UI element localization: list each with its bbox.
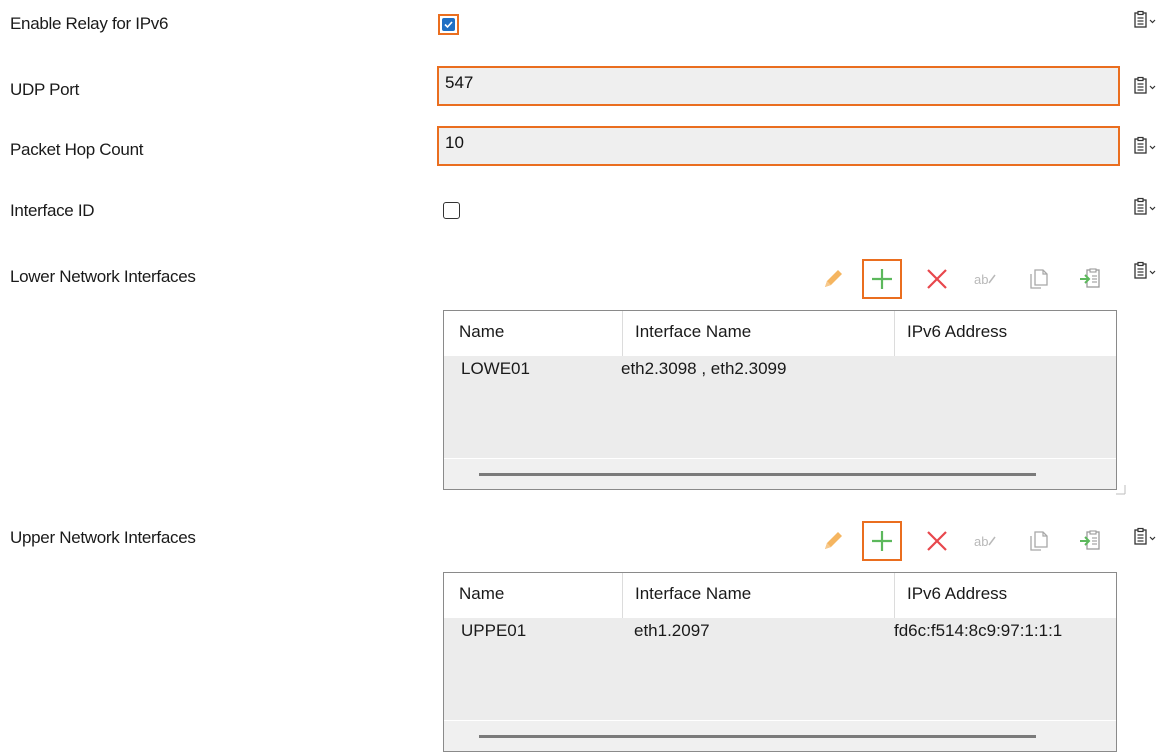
udp-port-label: UDP Port (10, 80, 80, 99)
column-header-name[interactable]: Name (459, 322, 504, 342)
checkmark-icon (442, 18, 455, 31)
upper-toolbar (813, 521, 1120, 561)
copy-button[interactable] (1019, 521, 1059, 561)
scrollbar-thumb[interactable] (479, 735, 1036, 738)
lower-network-interfaces-label: Lower Network Interfaces (10, 267, 196, 286)
add-button[interactable] (862, 521, 902, 561)
column-header-interface-name[interactable]: Interface Name (622, 322, 751, 342)
delete-button[interactable] (917, 521, 957, 561)
copy-button[interactable] (1019, 259, 1059, 299)
import-button[interactable] (1070, 259, 1110, 299)
table-header: Name Interface Name IPv6 Address (444, 311, 1116, 356)
clipboard-menu-icon[interactable] (1132, 527, 1160, 547)
add-icon (870, 529, 894, 553)
clipboard-menu-icon[interactable] (1132, 136, 1160, 156)
copy-icon (1027, 267, 1051, 291)
column-header-name[interactable]: Name (459, 584, 504, 604)
add-icon (870, 267, 894, 291)
rename-button[interactable] (965, 521, 1005, 561)
clipboard-menu-icon[interactable] (1132, 261, 1160, 281)
enable-relay-ipv6-label: Enable Relay for IPv6 (10, 14, 169, 33)
import-icon (1078, 267, 1102, 291)
interface-id-label: Interface ID (10, 201, 95, 220)
delete-icon (925, 529, 949, 553)
packet-hop-count-field[interactable]: 10 (437, 126, 1120, 166)
column-header-ipv6-address[interactable]: IPv6 Address (894, 584, 1007, 604)
clipboard-menu-icon[interactable] (1132, 197, 1160, 217)
import-icon (1078, 529, 1102, 553)
upper-network-interfaces-label: Upper Network Interfaces (10, 528, 196, 547)
edit-button[interactable] (813, 259, 853, 299)
cell-name: UPPE01 (461, 621, 527, 640)
cell-interface-name: eth2.3098 , eth2.3099 (621, 359, 787, 378)
add-button[interactable] (862, 259, 902, 299)
rename-icon (973, 529, 997, 553)
udp-port-field[interactable]: 547 (437, 66, 1120, 106)
table-row[interactable]: LOWE01 eth2.3098 , eth2.3099 (444, 356, 1116, 382)
table-body: LOWE01 eth2.3098 , eth2.3099 (444, 356, 1116, 458)
clipboard-menu-icon[interactable] (1132, 76, 1160, 96)
rename-button[interactable] (965, 259, 1005, 299)
edit-icon (821, 267, 845, 291)
delete-icon (925, 267, 949, 291)
lower-toolbar (813, 259, 1120, 299)
import-button[interactable] (1070, 521, 1110, 561)
table-row[interactable]: UPPE01 eth1.2097 fd6c:f514:8c9:97:1:1:1 (444, 618, 1116, 644)
table-header: Name Interface Name IPv6 Address (444, 573, 1116, 618)
delete-button[interactable] (917, 259, 957, 299)
lower-interfaces-table: Name Interface Name IPv6 Address LOWE01 … (443, 310, 1117, 490)
table-body: UPPE01 eth1.2097 fd6c:f514:8c9:97:1:1:1 (444, 618, 1116, 720)
cell-ipv6-address: fd6c:f514:8c9:97:1:1:1 (894, 621, 1063, 640)
scrollbar-thumb[interactable] (479, 473, 1036, 476)
resize-grip-icon[interactable] (1114, 483, 1126, 495)
packet-hop-count-label: Packet Hop Count (10, 140, 144, 159)
horizontal-scrollbar[interactable] (444, 459, 1116, 489)
cell-interface-name: eth1.2097 (634, 621, 710, 640)
interface-id-checkbox[interactable] (443, 202, 460, 219)
edit-button[interactable] (813, 521, 853, 561)
clipboard-menu-icon[interactable] (1132, 10, 1160, 30)
cell-name: LOWE01 (461, 359, 530, 378)
column-header-ipv6-address[interactable]: IPv6 Address (894, 322, 1007, 342)
enable-relay-ipv6-checkbox[interactable] (438, 14, 459, 35)
relay-settings-page: { "fields": { "enable_relay_ipv6": { "la… (0, 0, 1167, 753)
rename-icon (973, 267, 997, 291)
upper-interfaces-table: Name Interface Name IPv6 Address UPPE01 … (443, 572, 1117, 752)
column-header-interface-name[interactable]: Interface Name (622, 584, 751, 604)
edit-icon (821, 529, 845, 553)
copy-icon (1027, 529, 1051, 553)
horizontal-scrollbar[interactable] (444, 721, 1116, 751)
